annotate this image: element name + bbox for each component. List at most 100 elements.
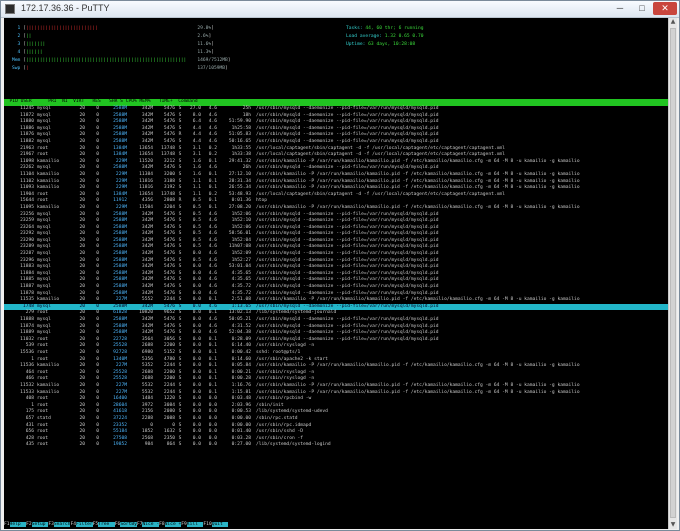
process-nice: 0 <box>96 264 99 270</box>
process-row[interactable]: 657 statd 20 0 37224 2288 2088 S 0.0 0.0 0:00.00/s… <box>4 416 668 423</box>
meter-value: 1469/7512MB <box>197 58 228 63</box>
process-virt: 92728 <box>113 349 127 355</box>
meter-label: 4 <box>12 50 24 55</box>
function-label[interactable]: Kill <box>186 522 204 527</box>
process-virt: 41618 <box>113 409 127 415</box>
process-cpu-percent: 0.0 <box>192 363 201 369</box>
process-nice: 0 <box>96 119 99 125</box>
process-state: S <box>178 415 182 421</box>
process-shr: 5476 <box>163 132 175 138</box>
function-label[interactable]: Tree <box>98 522 115 527</box>
process-priority: 20 <box>79 396 85 402</box>
process-priority: 20 <box>79 165 85 171</box>
process-nice: 0 <box>96 409 99 415</box>
process-res: 984 <box>144 442 153 448</box>
process-row[interactable]: 23292 mysql 20 0 2588M 342M 5476 S 0.5 4.6 58:56.0… <box>4 231 668 238</box>
process-time: 13:02.13 <box>228 310 251 316</box>
process-row[interactable]: 11532 kamailio 20 0 227M 5532 2244 S 0.0 0.1 1:16.… <box>4 383 668 390</box>
process-row[interactable]: 11883 mysql 20 0 2588M 342M 5476 S 0.0 4.6 53:01.0… <box>4 264 668 271</box>
process-priority: 20 <box>79 415 85 421</box>
process-user: root <box>37 429 49 435</box>
process-row[interactable]: 23287 mysql 20 0 2588M 342M 5476 S 0.0 4.6 1h52:09… <box>4 251 668 258</box>
process-row[interactable]: 1 root 20 0 28604 3972 3084 S 0.0 0.0 2:03.96/sbin… <box>4 403 668 410</box>
process-row[interactable]: 11888 mysql 20 0 2588M 342M 5476 S 0.0 4.6 50:05.2… <box>4 317 668 324</box>
process-row[interactable]: 11032 root 20 0 22728 3564 3056 S 0.0 0.1 0:28.09/… <box>4 337 668 344</box>
process-row[interactable]: 11245 mysql 20 0 2588M 342M 5476 S 27.0 4.6 25h/us… <box>4 106 668 113</box>
process-time: 4:35.72 <box>231 284 251 290</box>
process-row[interactable]: 11904 root 20 0 1384M 13654 13748 S 1.1 0.2 53:48.… <box>4 192 668 199</box>
process-row[interactable]: 15536 root 20 0 92728 6980 5152 S 0.0 0.1 0:00.42 s… <box>4 350 668 357</box>
process-row[interactable]: 466 root 20 0 25528 2688 2200 S 0.0 0.1 0:00.28/us… <box>4 376 668 383</box>
scrollbar-thumb[interactable] <box>670 28 676 518</box>
function-label[interactable]: Quit <box>211 522 229 527</box>
function-key-f10[interactable]: F10 <box>203 522 212 527</box>
process-cpu-percent: 0.0 <box>192 349 201 355</box>
process-row[interactable]: 11889 mysql 20 0 2588M 342M 5476 S 0.0 4.6 52:04.3… <box>4 330 668 337</box>
process-time: 0:01.40 <box>231 429 251 435</box>
function-key-f2[interactable]: F2 <box>26 522 32 527</box>
process-time: 1:16.76 <box>231 382 251 388</box>
process-row[interactable]: 15644 root 20 0 11912 4356 2808 R 0.5 0.1 0:01.36 h… <box>4 198 668 205</box>
process-row[interactable]: 428 root 20 0 27508 2568 2350 S 0.0 0.0 0:03.28/us… <box>4 436 668 443</box>
function-label[interactable]: Nice - <box>142 522 160 527</box>
process-row[interactable]: 11876 mysql 20 0 2588M 342M 5476 R 4.4 4.6 51:05.8… <box>4 132 668 139</box>
process-row[interactable]: 175 root 20 0 41618 2156 2080 S 0.0 0.0 0:00.53/li… <box>4 409 668 416</box>
process-list[interactable]: 11245 mysql 20 0 2588M 342M 5476 S 27.0 4.6 25h/us… <box>4 106 668 449</box>
process-res: 4356 <box>141 198 153 204</box>
function-label[interactable]: Search <box>53 522 71 527</box>
meter-3: 3 [||||||| 11.6%] <box>12 42 214 49</box>
process-priority: 20 <box>79 429 85 435</box>
function-label[interactable]: Filter <box>76 522 93 527</box>
process-time: 1h52:10 <box>231 218 251 224</box>
process-state: R <box>178 132 182 138</box>
close-button[interactable]: ✕ <box>653 2 677 15</box>
process-state: R <box>178 198 182 204</box>
process-row[interactable]: 11095 kamailio 20 0 229M 11504 3204 S 0.5 0.1 27:0… <box>4 205 668 212</box>
process-priority: 20 <box>79 204 85 210</box>
meter-bar: ||||||||||||||||||||||||||||||||||||||||… <box>25 58 187 63</box>
process-command: /usr/sbin/kamailio -P /var/run/kamailio/… <box>256 185 580 191</box>
process-row[interactable]: 1748 mysql 20 0 2588M 342M 5476 S 0.0 4.6 1:13.65/… <box>4 303 668 311</box>
process-nice: 0 <box>96 330 99 336</box>
function-label[interactable]: SortBy <box>120 522 137 527</box>
process-res: 2688 <box>141 343 153 349</box>
process-pid: 11883 <box>20 264 34 270</box>
vertical-scrollbar[interactable]: ▲ ▼ <box>668 18 677 529</box>
process-row[interactable]: 11536 kamailio 20 0 227M 5352 2244 S 0.0 0.1 0:05.… <box>4 363 668 370</box>
maximize-button[interactable]: □ <box>631 2 653 15</box>
process-row[interactable]: 656 root 20 0 55184 1852 1632 S 0.0 0.0 0:01.40/us… <box>4 429 668 436</box>
process-row[interactable]: 23262 mysql 20 0 2588M 342M 5476 S 1.6 4.6 26h/usr… <box>4 165 668 172</box>
process-row[interactable]: 21967 root 20 0 1384M 13654 13748 S 3.1 0.2 1h33:3… <box>4 152 668 159</box>
process-row[interactable]: 11535 kamailio 20 0 227M 5552 2244 S 0.0 0.1 2:51.… <box>4 297 668 304</box>
function-key-f9[interactable]: F9 <box>181 522 187 527</box>
process-table-header[interactable]: PID USER PRI NI VIRT RES SHR S CPU% MEM%… <box>4 99 668 106</box>
process-state: S <box>178 343 182 349</box>
function-label[interactable]: Nice + <box>164 522 182 527</box>
function-label[interactable]: Setup <box>31 522 49 527</box>
process-row[interactable]: 11093 kamailio 20 0 229M 11816 3192 S 1.1 0.1 26:5… <box>4 185 668 192</box>
process-row[interactable]: 11104 kamailio 20 0 229M 11384 3200 S 1.6 0.1 27:1… <box>4 172 668 179</box>
title-bar[interactable]: 172.17.36.36 - PuTTY ─ □ ✕ <box>1 1 679 18</box>
process-row[interactable]: 11882 mysql 20 0 2588M 342M 5476 S 4.4 4.6 50:16.6… <box>4 139 668 146</box>
process-state: S <box>178 409 182 415</box>
process-row[interactable]: 464 root 20 0 25528 2688 2200 S 0.0 0.1 0:00.21/us… <box>4 370 668 377</box>
process-row[interactable]: 539 root 20 0 25528 2688 2200 S 0.0 0.1 6:14.40/us… <box>4 343 668 350</box>
terminal-area[interactable]: 1 [|||||||||||||||||||||||||| 29.8%] 2 [… <box>4 18 668 529</box>
minimize-button[interactable]: ─ <box>609 2 631 15</box>
process-command: /lib/systemd/systemd-logind <box>256 442 331 448</box>
function-key-f1[interactable]: F1 <box>4 522 10 527</box>
process-priority: 20 <box>79 382 85 388</box>
process-user: root <box>37 442 49 448</box>
scroll-up-icon[interactable]: ▲ <box>669 18 677 26</box>
process-row[interactable]: 431 root 20 0 23352 0 0 S 0.0 0.0 0:00.00/usr/sbin… <box>4 423 668 430</box>
process-row[interactable]: 435 root 20 0 19852 984 864 S 0.0 0.0 0:27.00/lib/… <box>4 442 668 449</box>
function-label[interactable]: Help <box>9 522 27 527</box>
process-row[interactable]: 11887 mysql 20 0 2588M 342M 5476 S 0.0 4.6 4:35.72… <box>4 284 668 291</box>
function-key-f8[interactable]: F8 <box>159 522 165 527</box>
process-row[interactable]: 23259 mysql 20 0 2588M 342M 5476 S 0.5 4.6 1h52:10… <box>4 218 668 225</box>
process-row[interactable]: 11533 kamailio 20 0 227M 5532 2244 S 0.0 0.1 1:15.… <box>4 390 668 397</box>
process-row[interactable]: 11880 mysql 20 0 2588M 342M 5476 S 6.4 4.6 51:59.9… <box>4 119 668 126</box>
scroll-down-icon[interactable]: ▼ <box>669 521 677 529</box>
process-row[interactable]: 279 root 20 0 61828 10820 9652 S 0.0 0.1 13:02.13 /… <box>4 310 668 317</box>
process-row[interactable]: 408 root 20 0 16400 1484 1220 S 0.0 0.0 0:03.48/us… <box>4 396 668 403</box>
